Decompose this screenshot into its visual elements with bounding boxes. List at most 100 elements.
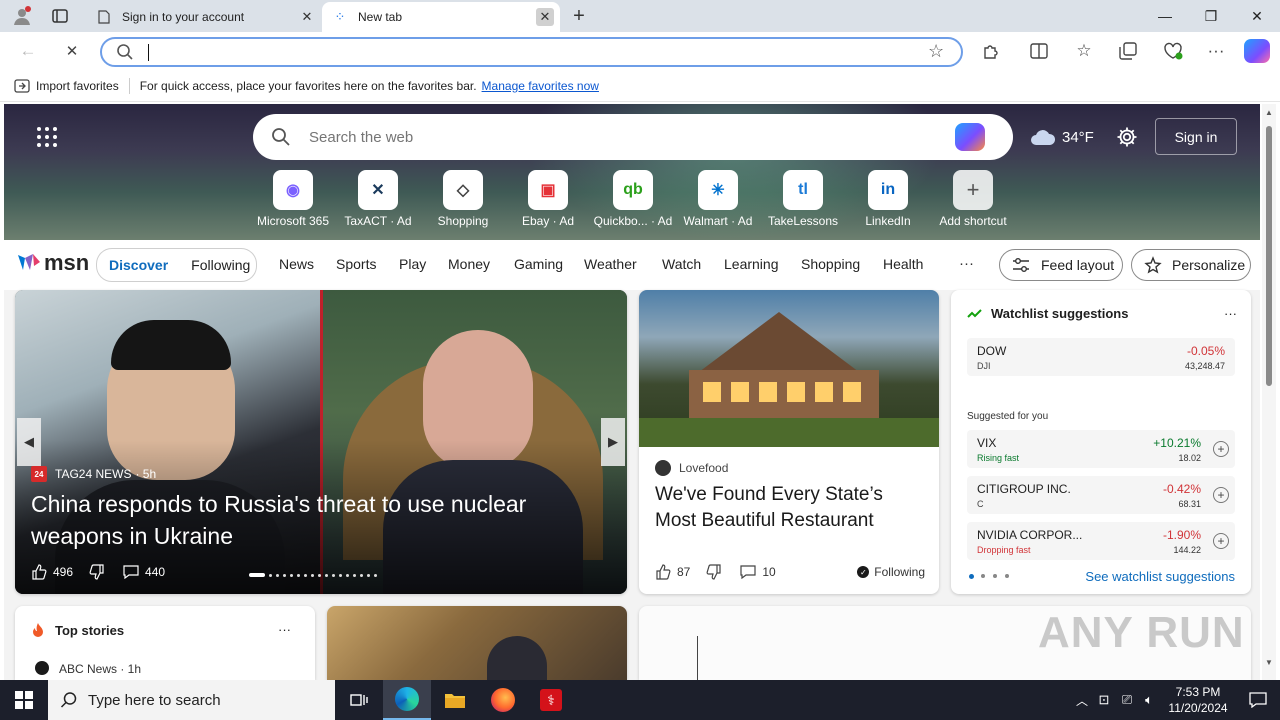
- tab-actions-icon[interactable]: [48, 6, 72, 26]
- prev-slide-button[interactable]: ◀: [17, 418, 41, 466]
- volume-icon[interactable]: 🔈︎: [1138, 692, 1160, 708]
- add-to-watchlist-icon[interactable]: +: [1213, 441, 1229, 457]
- like-icon[interactable]: [655, 564, 671, 580]
- extensions-icon[interactable]: [975, 35, 1007, 67]
- browser-essentials-icon[interactable]: [1157, 35, 1189, 67]
- nav-item-shopping[interactable]: Shopping: [801, 256, 860, 272]
- taskbar-search-box[interactable]: Type here to search: [48, 680, 335, 720]
- story-source[interactable]: TAG24 NEWS: [55, 467, 131, 481]
- nav-item-weather[interactable]: Weather: [584, 256, 637, 272]
- see-watchlist-link[interactable]: See watchlist suggestions: [1085, 569, 1235, 584]
- scroll-up-arrow[interactable]: ▲: [1265, 108, 1273, 117]
- add-to-watchlist-icon[interactable]: +: [1213, 533, 1229, 549]
- story-headline[interactable]: China responds to Russia's threat to use…: [31, 488, 601, 552]
- import-favorites-button[interactable]: Import favorites: [36, 79, 119, 93]
- clock[interactable]: 7:53 PM 11/20/2024: [1160, 684, 1236, 716]
- close-tab-icon[interactable]: ✕: [298, 8, 316, 26]
- top-stories-title[interactable]: Top stories: [55, 623, 124, 638]
- msn-logo[interactable]: msn: [16, 250, 89, 276]
- like-icon[interactable]: [31, 564, 47, 580]
- discover-tab[interactable]: Discover: [109, 257, 168, 273]
- dislike-icon[interactable]: [706, 564, 722, 580]
- add-to-watchlist-icon[interactable]: +: [1213, 487, 1229, 503]
- copilot-icon[interactable]: [1244, 39, 1270, 63]
- split-screen-icon[interactable]: [1023, 35, 1055, 67]
- notifications-icon[interactable]: [1236, 692, 1280, 708]
- main-story-card[interactable]: ◀ ▶ 24 TAG24 NEWS · 5h China responds to…: [15, 290, 627, 594]
- acrobat-icon[interactable]: ⚕: [527, 680, 575, 720]
- nav-item-learning[interactable]: Learning: [724, 256, 779, 272]
- scroll-thumb[interactable]: [1266, 126, 1272, 386]
- collections-icon[interactable]: [1112, 35, 1144, 67]
- edge-taskbar-icon[interactable]: [383, 680, 431, 720]
- shortcut-3[interactable]: ▣ Ebay · Ad: [508, 170, 588, 228]
- watchlist-row[interactable]: VIX Rising fast +10.21% 18.02 +: [967, 430, 1235, 468]
- following-badge[interactable]: ✓ Following: [857, 565, 925, 579]
- file-explorer-icon[interactable]: [431, 680, 479, 720]
- task-view-icon[interactable]: [335, 680, 383, 720]
- watchlist-row[interactable]: NVIDIA CORPOR... Dropping fast -1.90% 144.2…: [967, 522, 1235, 560]
- nav-item-play[interactable]: Play: [399, 256, 426, 272]
- sign-in-button[interactable]: Sign in: [1155, 118, 1237, 155]
- apps-launcher-icon[interactable]: [36, 126, 58, 151]
- restore-icon[interactable]: ❐: [1188, 0, 1234, 32]
- shortcut-5[interactable]: ✳ Walmart · Ad: [678, 170, 758, 228]
- import-favorites-icon[interactable]: [14, 78, 30, 93]
- shortcut-0[interactable]: ◉ Microsoft 365: [253, 170, 333, 228]
- profile-icon[interactable]: [10, 4, 34, 28]
- weather-temperature[interactable]: 34°F: [1062, 129, 1094, 146]
- nav-item-health[interactable]: Health: [883, 256, 923, 272]
- shortcut-6[interactable]: tl TakeLessons: [763, 170, 843, 228]
- nav-item-sports[interactable]: Sports: [336, 256, 376, 272]
- nav-item-gaming[interactable]: Gaming: [514, 256, 563, 272]
- watchlist-more-icon[interactable]: ···: [1224, 306, 1237, 321]
- weather-cloud-icon[interactable]: [1030, 128, 1056, 149]
- tab-new-tab[interactable]: ⁘ New tab ✕: [322, 2, 560, 32]
- top-stories-more-icon[interactable]: ···: [278, 622, 291, 637]
- feed-layout-button[interactable]: Feed layout: [999, 249, 1123, 281]
- nav-item-money[interactable]: Money: [448, 256, 490, 272]
- web-search-input[interactable]: [309, 128, 949, 146]
- settings-gear-icon[interactable]: [1116, 126, 1138, 151]
- web-search-box[interactable]: [253, 114, 1013, 160]
- firefox-icon[interactable]: [479, 680, 527, 720]
- minimize-icon[interactable]: —: [1142, 0, 1188, 32]
- favorite-star-icon[interactable]: ☆: [928, 41, 944, 62]
- shortcut-4[interactable]: qb Quickbo... · Ad: [593, 170, 673, 228]
- close-window-icon[interactable]: ✕: [1234, 0, 1280, 32]
- comment-icon[interactable]: [123, 565, 139, 579]
- dislike-icon[interactable]: [89, 564, 105, 580]
- copilot-search-icon[interactable]: [955, 123, 985, 151]
- windows-start-icon[interactable]: [0, 680, 48, 720]
- personalize-button[interactable]: Personalize: [1131, 249, 1251, 281]
- comment-icon[interactable]: [740, 565, 756, 579]
- more-menu-icon[interactable]: ···: [1200, 35, 1232, 67]
- tray-device-icon[interactable]: ⊡: [1092, 692, 1116, 708]
- shortcut-2[interactable]: ◇ Shopping: [423, 170, 503, 228]
- watchlist-row[interactable]: CITIGROUP INC. C -0.42% 68.31 +: [967, 476, 1235, 514]
- more-nav-icon[interactable]: ···: [959, 255, 974, 272]
- scroll-down-arrow[interactable]: ▼: [1265, 658, 1273, 667]
- favorites-icon[interactable]: ☆: [1068, 35, 1100, 67]
- network-icon[interactable]: ⎚: [1116, 692, 1138, 708]
- watchlist-row-dow[interactable]: DOW DJI -0.05% 43,248.47: [967, 338, 1235, 376]
- shortcut-8[interactable]: + Add shortcut: [933, 170, 1013, 228]
- nav-item-news[interactable]: News: [279, 256, 314, 272]
- close-tab-icon[interactable]: ✕: [536, 8, 554, 26]
- new-tab-icon[interactable]: +: [568, 5, 590, 27]
- back-icon[interactable]: ←: [12, 35, 44, 67]
- shortcut-1[interactable]: ✕ TaxACT · Ad: [338, 170, 418, 228]
- side-story-card[interactable]: Lovefood We've Found Every State’s Most …: [639, 290, 939, 594]
- address-bar[interactable]: ☆: [100, 37, 963, 67]
- nav-item-watch[interactable]: Watch: [662, 256, 701, 272]
- tray-chevron-icon[interactable]: ︿: [1072, 692, 1092, 709]
- stop-loading-icon[interactable]: ✕: [56, 35, 88, 67]
- side-story-source[interactable]: Lovefood: [679, 461, 728, 475]
- top-story-source[interactable]: ABC News · 1h: [59, 662, 141, 676]
- following-tab[interactable]: Following: [191, 257, 250, 273]
- watchlist-title[interactable]: Watchlist suggestions: [991, 306, 1128, 321]
- carousel-dots[interactable]: [249, 573, 381, 577]
- next-slide-button[interactable]: ▶: [601, 418, 625, 466]
- side-story-headline[interactable]: We've Found Every State’s Most Beautiful…: [655, 482, 925, 534]
- story-card-workshop[interactable]: [327, 606, 627, 680]
